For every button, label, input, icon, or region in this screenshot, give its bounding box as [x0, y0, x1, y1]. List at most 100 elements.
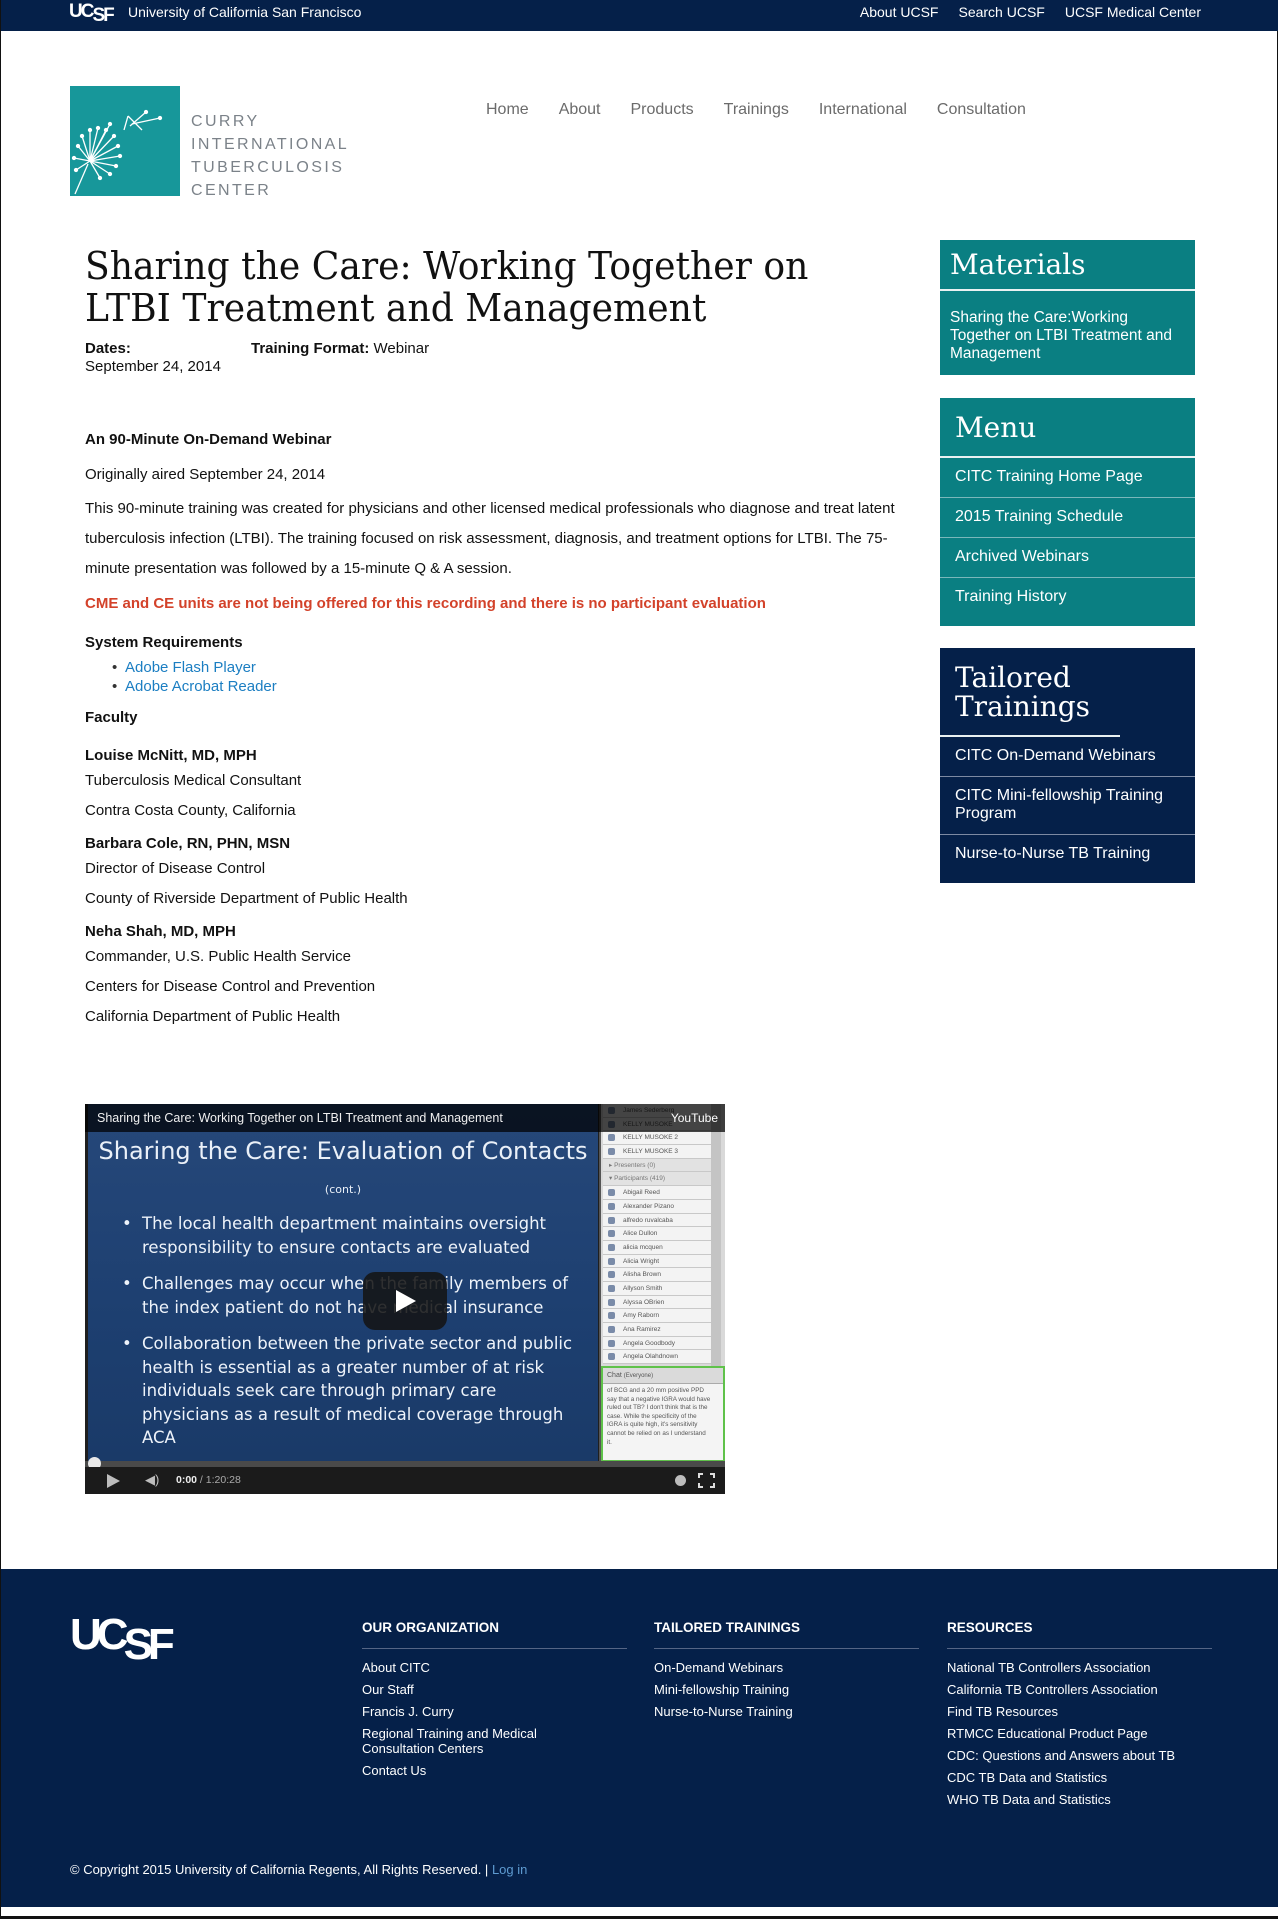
- participant-name: Alexander Pizano: [623, 1202, 674, 1210]
- tailored-item-nurse-to-nurse[interactable]: Nurse-to-Nurse TB Training: [940, 835, 1195, 883]
- logo-uc: UC: [69, 1, 94, 22]
- participant-name: Angela Olahdnown: [623, 1353, 678, 1361]
- participant-name: Abigail Reed: [623, 1189, 660, 1197]
- ucsf-logo-small[interactable]: UCSF: [69, 1, 115, 26]
- nav-about[interactable]: About: [559, 101, 601, 119]
- logo-sf: SF: [123, 1620, 175, 1669]
- logo-sf: SF: [92, 5, 114, 26]
- sysreq-heading: System Requirements: [85, 634, 243, 651]
- footer-col-title: RESOURCES: [947, 1619, 1212, 1649]
- dates-block: Dates: September 24, 2014: [85, 340, 245, 376]
- search-ucsf-link[interactable]: Search UCSF: [958, 4, 1044, 20]
- footer-link[interactable]: California TB Controllers Association: [947, 1678, 1212, 1700]
- participant-row: Ana Ramirez: [603, 1323, 711, 1337]
- footer-link[interactable]: Regional Training and Medical Consultati…: [362, 1722, 562, 1759]
- footer-link[interactable]: Contact Us: [362, 1759, 627, 1781]
- footer-link[interactable]: Mini-fellowship Training: [654, 1678, 919, 1700]
- participant-name: Alicia Wright: [623, 1257, 660, 1265]
- menu-item-training-history[interactable]: Training History: [940, 578, 1195, 626]
- footer-link[interactable]: Find TB Resources: [947, 1700, 1212, 1722]
- description-text: This 90-minute training was created for …: [85, 500, 895, 577]
- university-link[interactable]: University of California San Francisco: [128, 4, 361, 20]
- video-frame-participants-panel: James SederbergKELLY MUSOKEKELLY MUSOKE …: [599, 1104, 725, 1462]
- footer-link[interactable]: WHO TB Data and Statistics: [947, 1788, 1212, 1810]
- chat-title: Chat: [607, 1372, 622, 1379]
- menu-item-2015-training-schedule[interactable]: 2015 Training Schedule: [940, 498, 1195, 538]
- faculty-member: Barbara Cole, RN, PHN, MSN Director of D…: [85, 834, 915, 914]
- logo-line: CURRY: [191, 113, 260, 130]
- footer-link[interactable]: Francis J. Curry: [362, 1700, 627, 1722]
- menu-item-citc-training-home[interactable]: CITC Training Home Page: [940, 458, 1195, 498]
- ucsf-medical-center-link[interactable]: UCSF Medical Center: [1065, 4, 1201, 20]
- video-frame-slide: Sharing the Care: Evaluation of Contacts…: [88, 1104, 598, 1462]
- nav-products[interactable]: Products: [631, 101, 694, 119]
- webinar-subhead: An 90-Minute On-Demand Webinar: [85, 431, 332, 448]
- participant-row: Angela Goodbody: [603, 1336, 711, 1351]
- participant-name: Alyssa OBrien: [623, 1298, 665, 1306]
- participant-name: Alice Dullon: [623, 1230, 658, 1238]
- slide-bullet: Collaboration between the private sector…: [122, 1332, 582, 1450]
- person-icon: [608, 1216, 615, 1224]
- adobe-flash-link[interactable]: Adobe Flash Player: [125, 659, 256, 676]
- logo-line: INTERNATIONAL: [191, 136, 350, 153]
- participant-row: Alisha Brown: [603, 1268, 711, 1282]
- nav-home[interactable]: Home: [486, 101, 529, 119]
- nav-international[interactable]: International: [819, 101, 907, 119]
- footer-col-title: OUR ORGANIZATION: [362, 1619, 627, 1649]
- participant-row: alfredo ruvalcaba: [603, 1213, 711, 1228]
- footer-col-title: TAILORED TRAININGS: [654, 1619, 919, 1649]
- format-value: Webinar: [373, 340, 430, 357]
- youtube-video-player[interactable]: Sharing the Care: Evaluation of Contacts…: [85, 1104, 725, 1494]
- footer-link[interactable]: Nurse-to-Nurse Training: [654, 1700, 919, 1722]
- materials-widget: Materials Sharing the Care:Working Toget…: [940, 240, 1195, 375]
- aired-date: Originally aired September 24, 2014: [85, 466, 326, 483]
- youtube-logo[interactable]: YouTube: [671, 1111, 718, 1125]
- play-button-large[interactable]: [363, 1272, 447, 1330]
- login-link[interactable]: Log in: [492, 1862, 527, 1877]
- footer-link[interactable]: On-Demand Webinars: [654, 1656, 919, 1678]
- participant-name: KELLY MUSOKE 3: [623, 1148, 679, 1156]
- person-icon: [608, 1353, 615, 1361]
- slide-bullet: The local health department maintains ov…: [122, 1212, 582, 1259]
- footer-link[interactable]: CDC TB Data and Statistics: [947, 1766, 1212, 1788]
- faculty-member: Neha Shah, MD, MPH Commander, U.S. Publi…: [85, 922, 915, 1032]
- materials-link[interactable]: Sharing the Care:Working Together on LTB…: [940, 291, 1195, 375]
- sysreq-list: Adobe Flash Player Adobe Acrobat Reader: [85, 658, 915, 696]
- participant-row: Amy Raborn: [603, 1309, 711, 1323]
- participant-name: Amy Raborn: [623, 1312, 660, 1320]
- ucsf-top-bar: UCSF University of California San Franci…: [1, 0, 1278, 31]
- faculty-name: Barbara Cole, RN, PHN, MSN: [85, 835, 291, 852]
- person-icon: [608, 1326, 615, 1333]
- ucsf-footer-logo[interactable]: UCSF: [70, 1613, 175, 1667]
- participant-name: Allyson Smith: [623, 1284, 663, 1292]
- participant-group-row: ▾ Participants (419): [603, 1172, 711, 1187]
- top-links: About UCSF Search UCSF UCSF Medical Cent…: [860, 4, 1201, 20]
- footer-link[interactable]: RTMCC Educational Product Page: [947, 1722, 1212, 1744]
- participant-group-row: ▸ Presenters (0): [603, 1158, 711, 1173]
- person-icon: [608, 1189, 615, 1197]
- nav-consultation[interactable]: Consultation: [937, 101, 1026, 119]
- tailored-item-on-demand-webinars[interactable]: CITC On-Demand Webinars: [940, 737, 1195, 777]
- menu-item-archived-webinars[interactable]: Archived Webinars: [940, 538, 1195, 578]
- footer-link[interactable]: National TB Controllers Association: [947, 1656, 1212, 1678]
- nav-trainings[interactable]: Trainings: [724, 101, 789, 119]
- person-icon: [608, 1284, 615, 1292]
- sysreq-item: Adobe Flash Player: [112, 658, 915, 677]
- adobe-acrobat-link[interactable]: Adobe Acrobat Reader: [125, 678, 277, 695]
- page-title: Sharing the Care: Working Together on LT…: [85, 244, 809, 330]
- sysreq-item: Adobe Acrobat Reader: [112, 677, 915, 696]
- participant-row: Abigail Reed: [603, 1186, 711, 1200]
- footer-link[interactable]: Our Staff: [362, 1678, 627, 1700]
- citc-logo-mark[interactable]: [70, 86, 180, 196]
- footer-link[interactable]: About CITC: [362, 1656, 627, 1678]
- slide-bullet: Challenges may occur when the family mem…: [122, 1272, 582, 1319]
- fullscreen-icon[interactable]: [698, 1473, 715, 1488]
- tailored-item-mini-fellowship[interactable]: CITC Mini-fellowship Training Program: [940, 777, 1195, 835]
- about-ucsf-link[interactable]: About UCSF: [860, 4, 939, 20]
- footer-link[interactable]: CDC: Questions and Answers about TB: [947, 1744, 1212, 1766]
- watch-later-icon[interactable]: [675, 1475, 686, 1486]
- play-icon[interactable]: [107, 1474, 120, 1488]
- volume-icon[interactable]: ◀): [145, 1472, 159, 1488]
- dates-value: September 24, 2014: [85, 358, 221, 375]
- video-title-link[interactable]: Sharing the Care: Working Together on LT…: [97, 1111, 503, 1125]
